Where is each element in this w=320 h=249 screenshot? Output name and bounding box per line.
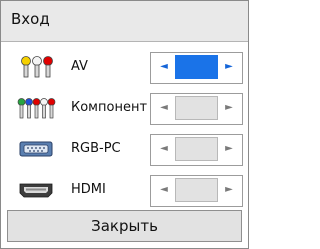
arrow-left-icon[interactable]: ◄ (155, 140, 173, 158)
av-plugs-icon (21, 56, 53, 78)
input-label-rgb-pc: RGB-PC (71, 141, 121, 156)
av-selector[interactable]: ◄ ► (150, 52, 243, 84)
arrow-left-icon[interactable]: ◄ (155, 99, 173, 117)
arrow-right-icon[interactable]: ► (220, 58, 238, 76)
input-label-av: AV (71, 59, 88, 74)
arrow-left-icon[interactable]: ◄ (155, 181, 173, 199)
rgb-pc-value-box (175, 137, 218, 161)
component-plugs-icon (17, 98, 56, 119)
hdmi-value-box (175, 178, 218, 202)
arrow-left-icon[interactable]: ◄ (155, 58, 173, 76)
hdmi-selector[interactable]: ◄ ► (150, 175, 243, 207)
av-selected-indicator (175, 55, 218, 79)
input-source-dialog: Вход AV ◄ ► Компонент ◄ ► RGB-PC ◄ ► HDM… (0, 0, 249, 249)
arrow-right-icon[interactable]: ► (220, 140, 238, 158)
arrow-right-icon[interactable]: ► (220, 181, 238, 199)
component-selector[interactable]: ◄ ► (150, 93, 243, 125)
input-label-component: Компонент (71, 100, 148, 115)
input-label-hdmi: HDMI (71, 182, 106, 197)
close-button[interactable]: Закрыть (7, 210, 242, 242)
dialog-header: Вход (1, 1, 248, 42)
input-row-hdmi[interactable]: HDMI ◄ ► (1, 169, 248, 213)
hdmi-port-icon (19, 183, 53, 198)
component-value-box (175, 96, 218, 120)
dialog-title: Вход (11, 10, 50, 28)
input-row-av[interactable]: AV ◄ ► (1, 46, 248, 90)
input-row-rgb-pc[interactable]: RGB-PC ◄ ► (1, 128, 248, 172)
input-row-component[interactable]: Компонент ◄ ► (1, 87, 248, 131)
vga-port-icon (19, 141, 53, 157)
arrow-right-icon[interactable]: ► (220, 99, 238, 117)
rgb-pc-selector[interactable]: ◄ ► (150, 134, 243, 166)
